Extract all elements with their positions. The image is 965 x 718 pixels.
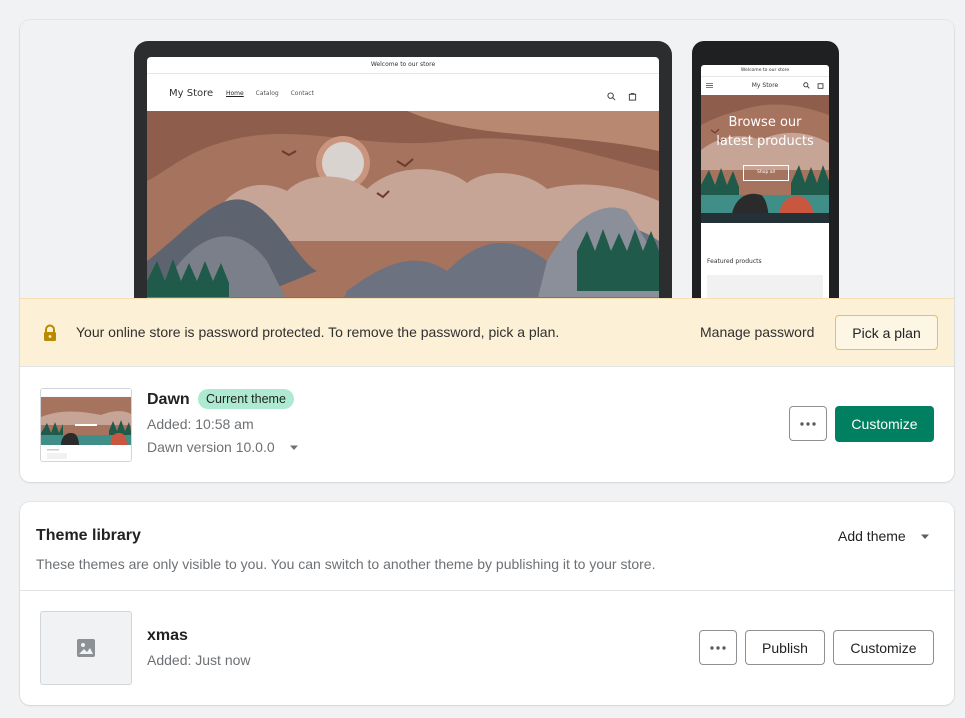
- preview-nav-home: Home: [226, 90, 244, 97]
- library-theme-thumbnail: [40, 611, 132, 685]
- add-theme-button[interactable]: Add theme: [838, 528, 930, 544]
- lock-icon: [44, 324, 56, 341]
- add-theme-label: Add theme: [838, 528, 906, 544]
- preview-announcement-bar: Welcome to our store: [147, 57, 659, 74]
- current-theme-badge: Current theme: [198, 389, 294, 409]
- library-theme-more-actions-button[interactable]: [699, 630, 737, 665]
- current-theme-card: Welcome to our store My Store Home Catal…: [20, 20, 954, 482]
- search-icon: [803, 82, 810, 89]
- preview-hero-illustration: [147, 111, 659, 298]
- manage-password-button[interactable]: Manage password: [700, 324, 814, 340]
- ellipsis-icon: [710, 645, 726, 650]
- mobile-hero-line2: latest products: [716, 134, 814, 149]
- library-theme-customize-button[interactable]: Customize: [833, 630, 934, 665]
- password-banner-message: Your online store is password protected.…: [76, 324, 560, 340]
- current-theme-row: Dawn Current theme Added: 10:58 am Dawn …: [20, 366, 954, 482]
- desktop-preview-frame: Welcome to our store My Store Home Catal…: [134, 41, 672, 298]
- mobile-preview-frame: Welcome to our store My Store Browse our…: [692, 41, 839, 298]
- current-theme-name: Dawn: [147, 391, 190, 408]
- current-theme-thumbnail: [40, 388, 132, 462]
- mobile-hero-line1: Browse our: [728, 115, 802, 130]
- pick-a-plan-button[interactable]: Pick a plan: [835, 315, 938, 350]
- caret-down-icon: [289, 445, 298, 451]
- mobile-featured-heading: Featured products: [707, 258, 762, 265]
- cart-icon: [628, 92, 637, 101]
- library-theme-added: Added: Just now: [147, 652, 251, 668]
- password-banner: Your online store is password protected.…: [20, 298, 954, 367]
- mobile-product-placeholder: [707, 275, 823, 298]
- theme-version-dropdown[interactable]: Dawn version 10.0.0: [147, 439, 299, 455]
- theme-version-label: Dawn version 10.0.0: [147, 439, 275, 455]
- divider: [20, 590, 954, 591]
- ellipsis-icon: [800, 421, 816, 426]
- current-theme-more-actions-button[interactable]: [789, 406, 827, 441]
- current-theme-customize-button[interactable]: Customize: [835, 406, 934, 442]
- theme-library-card: Theme library Add theme These themes are…: [20, 502, 954, 705]
- preview-header: My Store Home Catalog Contact: [147, 74, 659, 112]
- image-placeholder-icon: [77, 639, 95, 657]
- mobile-header: My Store: [701, 77, 829, 96]
- mobile-preview-screen: Welcome to our store My Store Browse our…: [701, 65, 829, 298]
- theme-preview[interactable]: Welcome to our store My Store Home Catal…: [20, 20, 954, 298]
- mobile-hero-heading: Browse our latest products: [701, 113, 829, 151]
- theme-library-title: Theme library: [36, 527, 141, 544]
- preview-nav: Home Catalog Contact: [226, 90, 324, 97]
- preview-nav-contact: Contact: [290, 90, 314, 97]
- mobile-hero-button: Shop all: [743, 165, 789, 181]
- theme-library-description: These themes are only visible to you. Yo…: [36, 556, 656, 572]
- mobile-announcement-bar: Welcome to our store: [701, 65, 829, 77]
- publish-button[interactable]: Publish: [745, 630, 825, 665]
- desktop-preview-screen: Welcome to our store My Store Home Catal…: [147, 57, 659, 298]
- preview-header-icons: [599, 88, 637, 106]
- search-icon: [606, 92, 615, 101]
- preview-store-logo: My Store: [169, 88, 214, 99]
- caret-down-icon: [920, 534, 929, 540]
- current-theme-added: Added: 10:58 am: [147, 416, 254, 432]
- cart-icon: [817, 83, 824, 89]
- theme-thumbnail-image: [41, 389, 131, 461]
- library-theme-name: xmas: [147, 627, 188, 644]
- preview-nav-catalog: Catalog: [255, 90, 279, 97]
